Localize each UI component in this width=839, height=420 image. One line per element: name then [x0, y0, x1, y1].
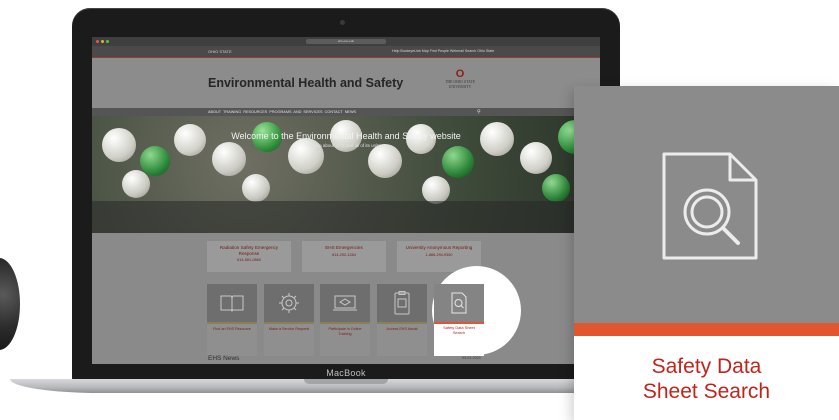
search-icon[interactable]: ⚲ — [477, 109, 481, 115]
nav-item-news[interactable]: NEWS — [345, 110, 356, 114]
tile-find-resource[interactable]: Find an EHS Resource — [207, 284, 257, 356]
tile-label: Participate in Online Training — [328, 327, 362, 336]
document-search-icon — [662, 152, 758, 260]
utility-brand[interactable]: OHIO STATE — [208, 49, 232, 54]
tile-label: Safety Data Sheet Search — [443, 325, 475, 335]
nav-items: ABOUT TRAINING RESOURCES PROGRAMS AND SE… — [208, 110, 356, 114]
tile-image — [377, 284, 427, 322]
utility-bar: OHIO STATE Help BuckeyeLink Map Find Peo… — [92, 46, 600, 57]
callout-label-line1: Safety Data — [651, 355, 762, 378]
tile-image — [207, 284, 257, 322]
osu-logo-mark: O — [455, 68, 465, 80]
main-nav: ABOUT TRAINING RESOURCES PROGRAMS AND SE… — [92, 108, 600, 116]
graduation-cap-icon — [333, 295, 357, 311]
quick-link-emergencies[interactable]: EHS Emergencies 614-292-1284 — [302, 241, 386, 272]
laptop-screen: ehs.osu.edu OHIO STATE Help BuckeyeLink … — [92, 37, 600, 364]
nav-item-programs[interactable]: PROGRAMS AND SERVICES — [269, 110, 322, 114]
quick-link-phone: 1-866-294-9350 — [425, 252, 453, 257]
tile-accent — [377, 322, 427, 324]
nav-item-training[interactable]: TRAINING — [223, 110, 241, 114]
site-title[interactable]: Environmental Health and Safety — [208, 76, 403, 90]
zoom-dot[interactable] — [106, 40, 109, 43]
tile-image — [264, 284, 314, 322]
document-search-icon — [451, 292, 467, 314]
camera-dot — [340, 20, 345, 25]
laptop-notch — [304, 379, 388, 384]
callout-label-line2: Sheet Search — [642, 380, 771, 403]
laptop: ehs.osu.edu OHIO STATE Help BuckeyeLink … — [72, 8, 620, 382]
tile-label: Find an EHS Resource — [213, 327, 251, 331]
nav-item-resources[interactable]: RESOURCES — [243, 110, 267, 114]
quick-link-title: Radiation Safety Emergency Response — [219, 245, 279, 256]
osu-logo-text-1: THE OHIO STATE — [445, 80, 475, 84]
hero-subtitle: Learn about EHS and all of its units. — [310, 143, 382, 148]
address-bar[interactable]: ehs.osu.edu — [306, 39, 386, 44]
browser-toolbar: ehs.osu.edu — [92, 37, 600, 46]
nav-item-contact[interactable]: CONTACT — [325, 110, 343, 114]
clipboard-icon — [394, 291, 410, 315]
tile-label: Access EHS Assist — [386, 327, 418, 331]
tile-accent — [207, 322, 257, 324]
tile-accent — [264, 322, 314, 324]
quick-link-radiation[interactable]: Radiation Safety Emergency Response 614-… — [207, 241, 291, 272]
tile-online-training[interactable]: Participate in Online Training — [320, 284, 370, 356]
hero-title: Welcome to the Environmental Health and … — [231, 131, 461, 141]
osu-logo[interactable]: O THE OHIO STATE UNIVERSITY — [440, 69, 480, 89]
site-header: Environmental Health and Safety O THE OH… — [92, 58, 600, 108]
hero-overlay — [92, 201, 600, 233]
decorative-object — [0, 258, 20, 350]
osu-logo-text-2: UNIVERSITY — [448, 84, 472, 89]
nav-item-about[interactable]: ABOUT — [208, 110, 221, 114]
quick-link-title: EHS Emergencies — [325, 245, 363, 250]
tile-accent — [434, 322, 484, 324]
tile-image — [320, 284, 370, 322]
book-icon — [220, 295, 244, 312]
tile-accent — [320, 322, 370, 324]
quick-link-phone: 614-581-0860 — [237, 258, 261, 263]
news-heading: EHS News — [208, 355, 240, 362]
utility-links[interactable]: Help BuckeyeLink Map Find People Webmail… — [392, 49, 494, 53]
tile-safety-data-sheet-search[interactable]: Safety Data Sheet Search — [434, 284, 484, 356]
safety-data-sheet-callout[interactable]: Safety Data Sheet Search — [574, 86, 839, 420]
callout-label: Safety Data Sheet Search — [574, 354, 839, 404]
gear-icon — [279, 293, 299, 313]
callout-accent-bar — [574, 323, 839, 336]
news-date: 03.01.2021 — [462, 356, 482, 360]
minimize-dot[interactable] — [101, 40, 104, 43]
quick-link-phone: 614-292-1284 — [332, 252, 356, 257]
tile-image — [434, 284, 484, 322]
tile-service-request[interactable]: Make a Service Request — [264, 284, 314, 356]
close-dot[interactable] — [96, 40, 99, 43]
tile-ehs-assist[interactable]: Access EHS Assist — [377, 284, 427, 356]
quick-link-title: University Anonymous Reporting — [405, 245, 473, 250]
callout-image — [574, 86, 839, 323]
laptop-brand-label: MacBook — [326, 368, 366, 378]
tile-label: Make a Service Request — [268, 327, 310, 331]
